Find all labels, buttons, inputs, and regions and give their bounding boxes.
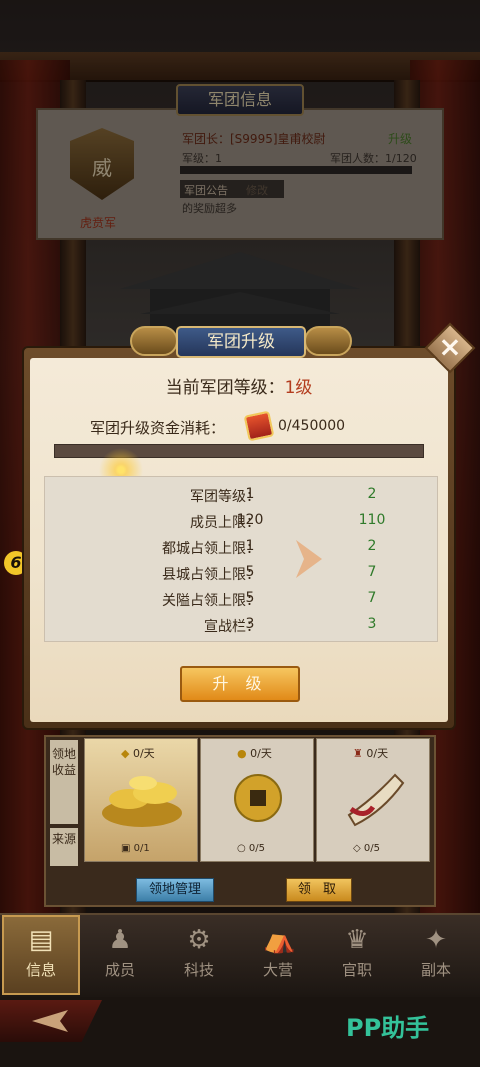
gear-icon: ⚙ [187, 925, 211, 955]
current-level: 当前军团等级：1级 [30, 373, 448, 398]
book-icon: ▤ [28, 925, 54, 955]
reward-rate: 0/天 [366, 747, 389, 760]
title-ornament-right [304, 326, 352, 356]
reward-count: 0/5 [248, 843, 266, 854]
stat-row: 成员上限： 120 110 [44, 510, 438, 532]
reward-rate: 0/天 [132, 747, 155, 760]
upgrade-button[interactable]: 升 级 [180, 666, 300, 702]
slot-icon: ▣ [121, 843, 131, 854]
stat-next-value: 110 [358, 512, 386, 528]
collapse-arrow-icon[interactable] [30, 1008, 70, 1034]
source-label[interactable]: 来源 [50, 828, 78, 866]
stat-row: 宣战栏： 3 3 [44, 614, 438, 636]
territory-income-label: 领地收益 [50, 740, 78, 824]
cost-label: 军团升级资金消耗： [90, 419, 226, 437]
reward-card-coin[interactable]: ● 0/天 ○ 0/5 [200, 738, 314, 862]
title-ornament-left [130, 326, 178, 356]
stat-next-value: 7 [367, 564, 377, 580]
upgrade-arrow-icon [296, 540, 322, 578]
current-level-value: 1级 [284, 378, 313, 398]
funds-scroll-icon [243, 410, 275, 442]
reward-card-gold[interactable]: ◆ 0/天 ▣ 0/1 [84, 738, 198, 862]
reward-rate: 0/天 [250, 747, 272, 760]
claim-button[interactable]: 领 取 [286, 878, 352, 902]
coin-small-icon: ● [237, 747, 247, 760]
stat-current-value: 3 [245, 616, 255, 632]
nav-label: 官职 [341, 961, 372, 979]
territory-management-button[interactable]: 领地管理 [136, 878, 214, 902]
nav-label: 副本 [420, 961, 451, 979]
stat-current-value: 5 [245, 590, 255, 606]
reward-count: 0/5 [363, 843, 380, 854]
stat-next-value: 2 [367, 486, 377, 502]
coin-icon [234, 774, 282, 822]
stat-row: 都城占领上限： 1 2 [44, 536, 438, 558]
watermark-logo: PP助手 [346, 1014, 430, 1042]
stat-current-value: 120 [236, 512, 264, 528]
stat-row: 军团等级： 1 2 [44, 484, 438, 506]
stat-next-value: 3 [367, 616, 377, 632]
gold-ingots-icon [102, 776, 182, 827]
nav-item-4[interactable]: ♛ 官职 [318, 915, 396, 995]
reward-count: 0/1 [133, 843, 150, 854]
slot-icon: ○ [237, 843, 246, 854]
stat-current-value: 1 [245, 486, 255, 502]
stat-row: 县城占领上限： 5 7 [44, 562, 438, 584]
nav-item-2[interactable]: ⚙ 科技 [160, 915, 238, 995]
nav-label: 大营 [262, 961, 293, 979]
nav-item-0[interactable]: ▤ 信息 [2, 915, 80, 995]
slot-icon: ◇ [353, 843, 361, 854]
official-hat-icon: ♛ [345, 925, 369, 955]
dragon-icon: ✦ [425, 925, 447, 955]
nav-item-5[interactable]: ✦ 副本 [397, 915, 475, 995]
stat-next-value: 2 [367, 538, 377, 554]
modal-title: 军团升级 [176, 326, 306, 358]
horn-small-icon: ♜ [353, 747, 363, 760]
current-level-label: 当前军团等级： [165, 378, 285, 398]
stat-next-value: 7 [367, 590, 377, 606]
nav-label: 科技 [183, 961, 214, 979]
nav-item-1[interactable]: ♟ 成员 [81, 915, 159, 995]
ingot-small-icon: ◆ [121, 747, 130, 760]
nav-label: 信息 [25, 961, 56, 979]
nav-label: 成员 [104, 961, 135, 979]
members-icon: ♟ [108, 925, 132, 955]
stat-current-value: 1 [245, 538, 255, 554]
cost-value: 0/450000 [278, 418, 346, 434]
close-icon[interactable]: × [432, 328, 468, 368]
war-horn-icon [347, 773, 405, 827]
camp-icon: ⛺ [263, 925, 296, 955]
nav-item-3[interactable]: ⛺ 大营 [239, 915, 317, 995]
reward-card-horn[interactable]: ♜ 0/天 ◇ 0/5 [316, 738, 430, 862]
stat-current-value: 5 [245, 564, 255, 580]
stat-row: 关隘占领上限： 5 7 [44, 588, 438, 610]
